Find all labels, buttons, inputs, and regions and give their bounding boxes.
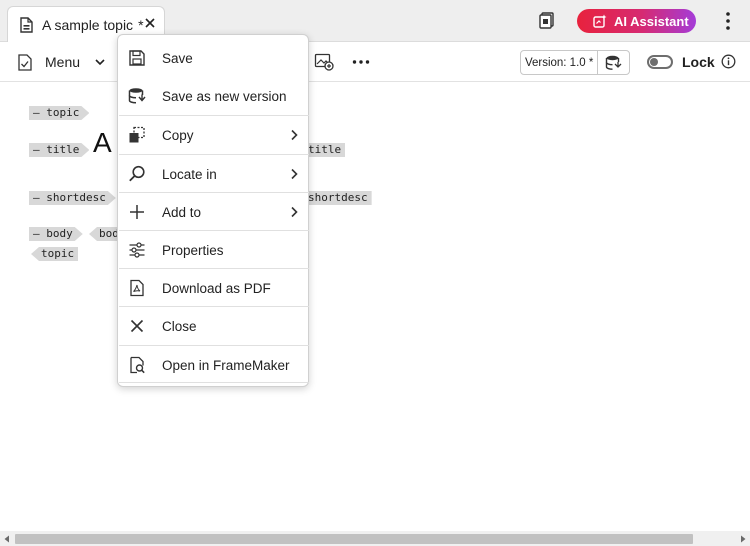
menu-document-icon — [18, 53, 32, 71]
menu-item-properties[interactable]: Properties — [119, 231, 309, 269]
plus-icon — [130, 205, 144, 219]
chevron-right-icon — [291, 129, 298, 141]
menu-item-close[interactable]: Close — [119, 307, 309, 345]
tag-topic-close[interactable]: topic — [31, 247, 79, 261]
database-icon — [605, 55, 622, 70]
toolbar: Menu Version: 1.0 * Lock — [0, 42, 750, 82]
topic-title-text[interactable]: A — [93, 127, 112, 159]
tag-body-open[interactable]: — body — [29, 227, 83, 241]
lock-label: Lock — [682, 54, 715, 70]
scroll-left-icon[interactable] — [3, 535, 11, 543]
search-icon — [129, 165, 145, 182]
sliders-icon — [129, 242, 145, 258]
document-icon — [20, 16, 33, 33]
file-search-icon — [130, 356, 145, 374]
menu-item-open-in-framemaker[interactable]: Open in FrameMaker — [119, 346, 309, 384]
tag-shortdesc-close[interactable]: shortdesc — [298, 191, 372, 205]
tag-body-partial-label: bod — [99, 227, 119, 240]
more-horizontal-icon[interactable] — [351, 53, 371, 71]
version-label: Version: 1.0 * — [521, 51, 599, 74]
tag-shortdesc-open[interactable]: — shortdesc — [29, 191, 116, 205]
editor-app: A sample topic * AI Assistant Menu Versi… — [0, 0, 750, 546]
menu-item-close-label: Close — [162, 318, 197, 334]
scroll-right-icon[interactable] — [739, 535, 747, 543]
tag-topic-close-label: topic — [41, 247, 75, 260]
menu-item-save-as-new-version[interactable]: Save as new version — [119, 77, 309, 115]
file-stack-icon[interactable] — [538, 11, 556, 29]
tag-title-close-label: title — [308, 143, 342, 156]
lock-toggle[interactable] — [647, 55, 673, 69]
version-selector[interactable]: Version: 1.0 * — [520, 50, 630, 75]
horizontal-scrollbar[interactable] — [0, 531, 750, 546]
version-history-button[interactable] — [598, 51, 629, 74]
menu-item-save-as-new-version-label: Save as new version — [162, 88, 287, 104]
menu-item-download-as-pdf-label: Download as PDF — [162, 280, 271, 296]
database-save-icon — [128, 88, 146, 104]
menu-item-copy-label: Copy — [162, 127, 194, 143]
close-tab-icon[interactable] — [143, 16, 157, 30]
tab-title: A sample topic — [42, 16, 134, 33]
menu-item-locate-in-label: Locate in — [162, 166, 217, 182]
tag-title-open-label: title — [46, 143, 80, 156]
menu-item-save-label: Save — [162, 50, 193, 66]
ai-assistant-button[interactable]: AI Assistant — [577, 9, 696, 33]
copy-icon — [129, 126, 145, 143]
ai-assistant-label: AI Assistant — [614, 13, 689, 29]
context-menu: Save Save as new version Copy Locate in … — [117, 34, 309, 387]
tag-topic-open-label: topic — [46, 106, 80, 119]
tag-body-open-label: body — [46, 227, 73, 240]
pdf-file-icon — [130, 279, 144, 297]
menu-separator — [119, 382, 309, 383]
scrollbar-thumb[interactable] — [15, 534, 693, 544]
menu-item-add-to-label: Add to — [162, 204, 202, 220]
tab-bar: A sample topic * AI Assistant — [0, 0, 750, 42]
menu-item-locate-in[interactable]: Locate in — [119, 155, 309, 193]
menu-item-copy[interactable]: Copy — [119, 116, 309, 154]
info-icon[interactable] — [721, 54, 736, 69]
menu-label: Menu — [45, 54, 81, 70]
insert-image-icon[interactable] — [314, 53, 334, 71]
more-options-icon[interactable] — [721, 11, 735, 31]
chevron-right-icon — [291, 168, 298, 180]
menu-item-download-as-pdf[interactable]: Download as PDF — [119, 269, 309, 307]
menu-item-properties-label: Properties — [162, 242, 224, 258]
close-icon — [130, 319, 144, 333]
menu-item-open-in-framemaker-label: Open in FrameMaker — [162, 357, 290, 373]
tag-title-open[interactable]: — title — [29, 143, 89, 157]
chevron-right-icon — [291, 206, 298, 218]
menu-button[interactable]: Menu — [17, 51, 106, 73]
tag-shortdesc-open-label: shortdesc — [46, 191, 106, 204]
chevron-down-icon — [95, 59, 105, 66]
floppy-disk-icon — [129, 50, 145, 66]
menu-item-add-to[interactable]: Add to — [119, 193, 309, 231]
menu-item-save[interactable]: Save — [119, 39, 309, 77]
tag-shortdesc-close-label: shortdesc — [308, 191, 368, 204]
ai-sparkle-icon — [593, 14, 607, 28]
tag-topic-open[interactable]: — topic — [29, 106, 89, 120]
